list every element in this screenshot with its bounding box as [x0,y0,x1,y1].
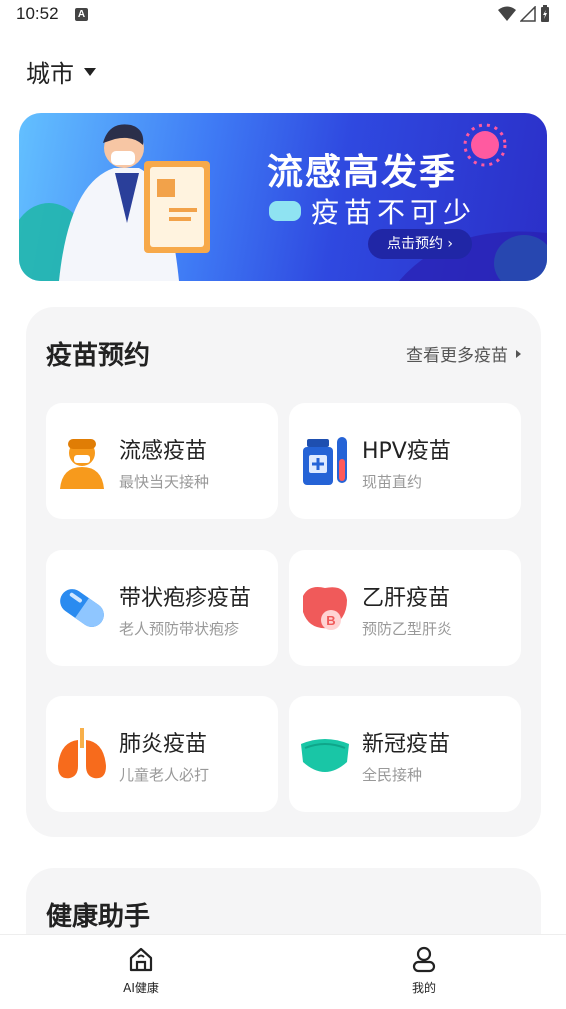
user-icon [412,946,436,973]
vaccine-vial-icon [303,437,347,485]
status-bar: 10:52 A [0,0,566,30]
promo-banner[interactable]: 流感高发季 疫苗不可少 点击预约 › [19,113,547,281]
vaccine-name: 流感疫苗 [119,439,208,464]
vaccine-desc: 预防乙型肝炎 [362,620,453,638]
caret-down-icon [84,67,96,76]
signal-icon [520,6,536,22]
vaccine-desc: 最快当天接种 [119,473,210,491]
vaccine-name: 肺炎疫苗 [119,732,208,757]
vaccine-item-hepatitis-b[interactable]: B 乙肝疫苗 预防乙型肝炎 [289,550,521,666]
vaccine-item-shingles[interactable]: 带状疱疹疫苗 老人预防带状疱疹 [46,550,278,666]
vaccine-item-flu[interactable]: 流感疫苗 最快当天接种 [46,403,278,519]
tab-ai-health[interactable]: AI健康 [101,945,181,996]
city-selector[interactable]: 城市 [26,54,96,89]
vaccine-item-hpv[interactable]: HPV疫苗 现苗直约 [289,403,521,519]
city-label: 城市 [26,60,74,88]
home-icon [129,947,153,972]
status-icons [498,5,550,23]
liver-icon: B [303,587,347,630]
vaccine-booking-card: 疫苗预约 查看更多疫苗 流感疫苗 最快当天接种 HPV疫苗 现苗直约 带状疱疹疫… [26,307,541,837]
chevron-right-icon [516,349,521,358]
vaccine-desc: 现苗直约 [362,473,423,491]
more-vaccines-link[interactable]: 查看更多疫苗 [406,341,521,366]
book-now-button[interactable]: 点击预约 › [368,229,472,259]
notification-icon: A [75,8,88,21]
banner-subtitle: 疫苗不可少 [311,196,477,229]
vaccine-name: 新冠疫苗 [362,732,451,757]
face-mask-icon [301,739,349,772]
svg-text:B: B [326,613,335,628]
tab-mine[interactable]: 我的 [384,945,464,996]
vaccine-item-covid[interactable]: 新冠疫苗 全民接种 [289,696,521,812]
bottom-tab-bar: AI健康 我的 [0,934,566,1009]
vaccine-desc: 老人预防带状疱疹 [119,620,240,638]
doctor-icon [60,439,104,489]
vaccine-desc: 全民接种 [362,766,423,784]
vaccine-item-pneumonia[interactable]: 肺炎疫苗 儿童老人必打 [46,696,278,812]
tab-label: AI健康 [123,981,159,995]
vaccine-name: 乙肝疫苗 [362,586,451,611]
wifi-icon [498,6,516,21]
vaccine-name: HPV疫苗 [362,439,451,464]
section-title: 疫苗预约 [46,341,151,371]
status-time: 10:52 [16,4,59,23]
vaccine-name: 带状疱疹疫苗 [119,586,252,611]
more-vaccines-label: 查看更多疫苗 [406,346,508,366]
section-title: 健康助手 [46,902,151,932]
tab-label: 我的 [411,981,436,995]
banner-title: 流感高发季 [267,152,458,193]
lungs-icon [58,728,106,779]
vaccine-desc: 儿童老人必打 [119,766,210,784]
battery-icon [541,5,549,22]
capsule-icon [60,589,104,627]
